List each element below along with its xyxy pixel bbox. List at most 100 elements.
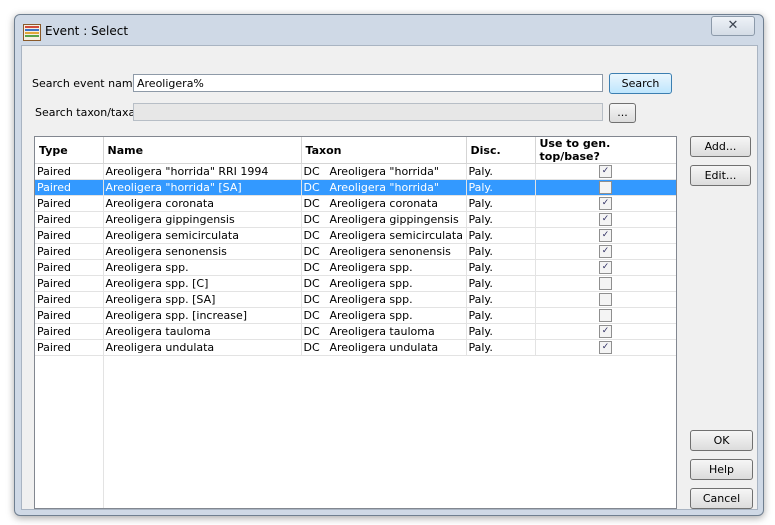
table-row[interactable]: Paired Areoligera spp. DC Areoligera spp. Pa… (35, 259, 676, 276)
help-button[interactable]: Help (690, 459, 753, 480)
edit-button[interactable]: Edit... (690, 165, 751, 186)
column-header-use[interactable]: Use to gen. top/base? (535, 137, 676, 164)
title-bar: Event : Select ✕ (15, 15, 763, 45)
empty-cell (301, 461, 466, 476)
table-row[interactable]: Paired Areoligera "horrida" RRI 1994 DC Are… (35, 163, 676, 180)
cell-taxon: DC Areoligera "horrida" (301, 179, 467, 196)
taxon-input (133, 103, 603, 121)
cell-type: Paired (35, 163, 104, 180)
use-checkbox[interactable]: ✓ (599, 261, 612, 275)
use-checkbox[interactable]: ✓ (599, 325, 612, 339)
cell-use: ✓ (535, 339, 676, 356)
taxon-name: Areoligera coronata (329, 197, 438, 210)
cell-use: ✓ (535, 211, 676, 228)
cell-use: ✓ (535, 323, 676, 340)
cell-type: Paired (35, 195, 104, 212)
cell-taxon: DC Areoligera spp. (301, 275, 467, 292)
empty-cell (535, 355, 676, 371)
empty-cell (301, 416, 466, 431)
empty-cell (466, 491, 535, 506)
empty-cell (35, 416, 104, 431)
use-checkbox[interactable]: ✓ (599, 197, 612, 211)
empty-cell (535, 506, 676, 508)
use-checkbox[interactable] (599, 309, 612, 323)
cell-name: Areoligera spp. [SA] (103, 291, 302, 308)
empty-cell (466, 401, 535, 416)
use-checkbox[interactable]: ✓ (599, 165, 612, 179)
taxon-code: DC (303, 325, 320, 338)
taxon-code: DC (303, 181, 320, 194)
cancel-button[interactable]: Cancel (690, 488, 753, 509)
taxon-name: Areoligera "horrida" (329, 165, 439, 178)
use-checkbox[interactable]: ✓ (599, 245, 612, 259)
table-row[interactable]: Paired Areoligera senonensis DC Areoligera … (35, 243, 676, 260)
cell-type: Paired (35, 275, 104, 292)
cell-use: ✓ (535, 259, 676, 276)
empty-cell (301, 506, 466, 508)
use-checkbox[interactable]: ✓ (599, 341, 612, 355)
column-header-name[interactable]: Name (103, 137, 302, 164)
empty-cell (103, 371, 301, 386)
cell-type: Paired (35, 307, 104, 324)
cell-taxon: DC Areoligera coronata (301, 195, 467, 212)
empty-cell (466, 386, 535, 401)
empty-cell (301, 476, 466, 491)
empty-cell (301, 401, 466, 416)
cell-disc: Paly. (466, 211, 536, 228)
empty-cell (301, 371, 466, 386)
taxon-name: Areoligera gippingensis (329, 213, 459, 226)
table-row[interactable]: Paired Areoligera coronata DC Areoligera co… (35, 195, 676, 212)
use-checkbox[interactable] (599, 181, 612, 195)
empty-cell (103, 416, 301, 431)
cell-type: Paired (35, 259, 104, 276)
cell-name: Areoligera coronata (103, 195, 302, 212)
table-row[interactable]: Paired Areoligera semicirculata DC Areolige… (35, 227, 676, 244)
empty-cell (35, 446, 104, 461)
column-header-type[interactable]: Type (35, 137, 104, 164)
taxon-code: DC (303, 261, 320, 274)
use-checkbox[interactable]: ✓ (599, 213, 612, 227)
empty-cell (35, 386, 104, 401)
cell-name: Areoligera semicirculata (103, 227, 302, 244)
empty-cell (103, 401, 301, 416)
use-checkbox[interactable]: ✓ (599, 229, 612, 243)
cell-disc: Paly. (466, 227, 536, 244)
table-row[interactable]: Paired Areoligera gippingensis DC Areoliger… (35, 211, 676, 228)
close-icon[interactable]: ✕ (711, 16, 755, 36)
event-name-input[interactable] (133, 74, 603, 92)
cell-disc: Paly. (466, 307, 536, 324)
empty-cell (103, 506, 301, 508)
empty-cell (301, 446, 466, 461)
table-row[interactable]: Paired Areoligera spp. [increase] DC Areoli… (35, 307, 676, 324)
column-header-taxon[interactable]: Taxon (301, 137, 467, 164)
table-row[interactable]: Paired Areoligera tauloma DC Areoligera tau… (35, 323, 676, 340)
cell-taxon: DC Areoligera gippingensis (301, 211, 467, 228)
cell-disc: Paly. (466, 339, 536, 356)
empty-cell (103, 491, 301, 506)
use-checkbox[interactable] (599, 277, 612, 291)
empty-cell (466, 461, 535, 476)
browse-taxa-button[interactable]: ... (609, 103, 636, 123)
column-header-disc[interactable]: Disc. (466, 137, 536, 164)
ok-button[interactable]: OK (690, 430, 753, 451)
empty-cell (103, 386, 301, 401)
cell-taxon: DC Areoligera tauloma (301, 323, 467, 340)
empty-cell (301, 356, 466, 372)
taxon-code: DC (303, 229, 320, 242)
table-row[interactable]: Paired Areoligera spp. [C] DC Areoligera sp… (35, 275, 676, 292)
table-row[interactable]: Paired Areoligera "horrida" [SA] DC Areolig… (35, 179, 676, 196)
add-button[interactable]: Add... (690, 136, 751, 157)
table-row[interactable]: Paired Areoligera undulata DC Areoligera un… (35, 339, 676, 356)
cell-taxon: DC Areoligera spp. (301, 307, 467, 324)
empty-cell (535, 446, 676, 461)
cell-name: Areoligera "horrida" [SA] (103, 179, 302, 196)
search-button[interactable]: Search (609, 73, 672, 94)
table-row[interactable]: Paired Areoligera spp. [SA] DC Areoligera s… (35, 291, 676, 308)
empty-cell (466, 416, 535, 431)
empty-cell (103, 461, 301, 476)
window-title: Event : Select (45, 24, 129, 38)
taxon-name: Areoligera spp. (329, 261, 413, 274)
use-checkbox[interactable] (599, 293, 612, 307)
cell-use: ✓ (535, 243, 676, 260)
empty-cell (103, 356, 301, 372)
